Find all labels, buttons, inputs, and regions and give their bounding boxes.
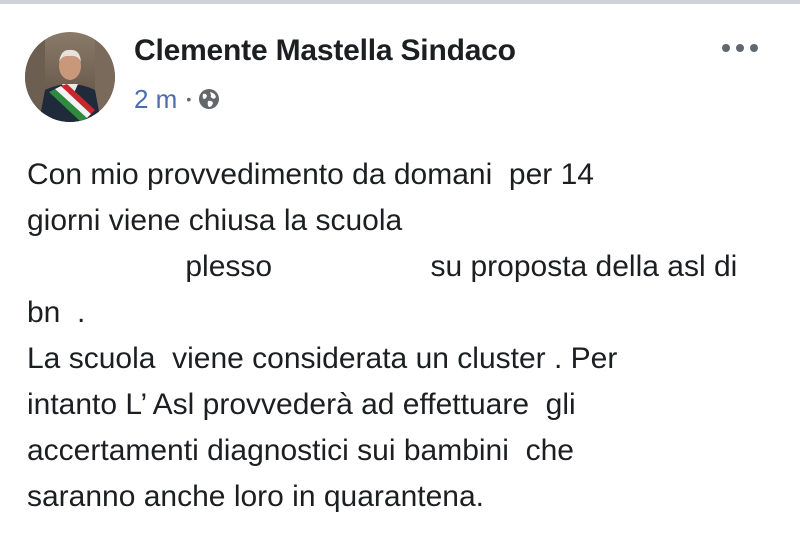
post-text-line: Con mio provvedimento da domani per 14 — [27, 158, 594, 191]
post-text-line: saranno anche loro in quarantena. — [27, 480, 485, 513]
post-timestamp[interactable]: 2 m — [134, 84, 177, 115]
meta-separator: • — [186, 91, 192, 107]
profile-photo — [25, 32, 115, 122]
post-text-line: accertamenti diagnostici sui bambini che — [27, 434, 574, 467]
author-name[interactable]: Clemente Mastella Sindaco — [134, 34, 516, 68]
more-dot — [750, 44, 758, 52]
post-card: Clemente Mastella Sindaco 2 m • Con mio … — [0, 4, 800, 542]
more-dot — [736, 44, 744, 52]
more-dot — [722, 44, 730, 52]
post-text-line: bn . — [27, 296, 86, 329]
post-text-line: plesso su proposta della asl di — [27, 250, 738, 283]
post-meta: 2 m • — [134, 84, 220, 114]
post-text-line: giorni viene chiusa la scuola — [27, 204, 403, 237]
post-text-line: intanto L’ Asl provvederà ad effettuare … — [27, 388, 576, 421]
post-text-line: La scuola viene considerata un cluster .… — [27, 342, 618, 375]
globe-icon[interactable] — [198, 88, 220, 110]
avatar[interactable] — [25, 32, 115, 122]
more-options-icon[interactable] — [722, 38, 758, 58]
post-text: Con mio provvedimento da domani per 14 g… — [27, 152, 787, 520]
